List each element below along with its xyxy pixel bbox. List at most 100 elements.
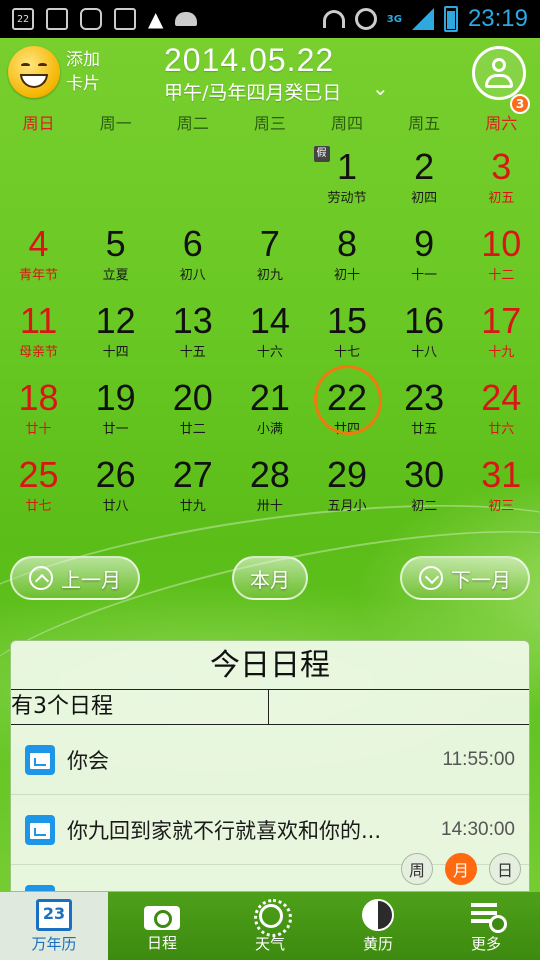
day-number: 26: [95, 454, 136, 495]
calendar-day[interactable]: 2 初四: [386, 140, 463, 217]
calendar-day[interactable]: 8 初十: [309, 217, 386, 294]
day-number: 28: [249, 454, 290, 495]
month-view-button[interactable]: 月: [445, 853, 477, 885]
day-number: 8: [337, 223, 358, 264]
day-number: 12: [95, 300, 136, 341]
calendar-day[interactable]: 16 十八: [386, 294, 463, 371]
previous-month-button[interactable]: 上一月: [10, 556, 140, 600]
calendar-day[interactable]: 25 廿七: [0, 448, 77, 525]
calendar-day[interactable]: 5 立夏: [77, 217, 154, 294]
calendar-day[interactable]: 21 小满: [231, 371, 308, 448]
weekday-label: 周六: [485, 114, 518, 133]
calendar-day[interactable]: 19 廿一: [77, 371, 154, 448]
day-lunar: 初四: [411, 191, 438, 206]
schedule-item-title: 你九回到家就不行就喜欢和你的...: [67, 818, 382, 843]
calendar-grid: 假 1 劳动节 2 初四 3 初五 4 青年节 5 立夏 6 初八 7 初九 8 初十 9…: [0, 140, 540, 525]
schedule-item-title: 你会: [67, 748, 109, 773]
day-number: 16: [404, 300, 445, 341]
calendar-day[interactable]: 18 廿十: [0, 371, 77, 448]
calendar-check-icon: [25, 885, 55, 891]
tab-almanac[interactable]: 黄历: [324, 892, 432, 960]
calendar-day[interactable]: 20 廿二: [154, 371, 231, 448]
calendar-day[interactable]: 4 青年节: [0, 217, 77, 294]
smiley-mouth: [20, 74, 48, 88]
calendar-day[interactable]: 17 十九: [463, 294, 540, 371]
day-lunar: 十八: [411, 345, 438, 360]
calendar-week: 11 母亲节 12 十四 13 十五 14 十六 15 十七 16 十八 17 十九: [0, 294, 540, 371]
day-lunar: 廿九: [179, 499, 206, 514]
calendar-day[interactable]: 26 廿八: [77, 448, 154, 525]
day-lunar: 十七: [334, 345, 361, 360]
bottom-tab-bar: 23 万年历 日程 天气 黄历 更多: [0, 892, 540, 960]
day-number: 29: [327, 454, 368, 495]
calendar-check-icon: [25, 744, 55, 775]
day-view-button[interactable]: 日: [489, 853, 521, 885]
tab-calendar[interactable]: 23 万年历: [0, 892, 108, 960]
day-number: 3: [491, 146, 512, 187]
calendar-day[interactable]: 29 五月小: [309, 448, 386, 525]
day-lunar: 初十: [334, 268, 361, 283]
calendar-day[interactable]: 28 卅十: [231, 448, 308, 525]
day-number: 15: [327, 300, 368, 341]
lunar-date[interactable]: 甲午/马年四月癸巳日: [164, 78, 341, 105]
calendar-day[interactable]: 14 十六: [231, 294, 308, 371]
calendar-day[interactable]: 23 廿五: [386, 371, 463, 448]
tab-schedule[interactable]: 日程: [108, 892, 216, 960]
tab-label: 黄历: [362, 934, 393, 953]
day-lunar: 十四: [102, 345, 129, 360]
calendar-day[interactable]: 6 初八: [154, 217, 231, 294]
add-card-button[interactable]: 添加 卡片: [66, 48, 100, 96]
battery-icon: [443, 6, 458, 32]
holiday-tag: 假: [313, 146, 330, 162]
signal-icon: [411, 8, 434, 30]
tab-weather[interactable]: 天气: [216, 892, 324, 960]
next-month-label: 下一月: [451, 567, 511, 592]
calendar-day[interactable]: 7 初九: [231, 217, 308, 294]
calendar-day[interactable]: 10 十二: [463, 217, 540, 294]
profile-button[interactable]: [472, 46, 526, 100]
yinyang-icon: [362, 898, 394, 931]
calendar-day-today[interactable]: 22 廿四: [304, 356, 391, 448]
status-bar: 22 ▲ 3G 23:19: [0, 0, 540, 38]
more-icon: [469, 899, 507, 933]
sync-icon: [80, 8, 102, 30]
current-date[interactable]: 2014.05.22: [164, 42, 334, 79]
calendar-day[interactable]: 9 十一: [386, 217, 463, 294]
user-icon: [492, 58, 506, 72]
calendar-day[interactable]: 30 初二: [386, 448, 463, 525]
calendar-day[interactable]: 24 廿六: [463, 371, 540, 448]
day-number: 24: [481, 377, 522, 418]
weekday-label: 周一: [99, 114, 132, 133]
android-icon: [175, 12, 198, 26]
clock: 23:19: [467, 5, 528, 32]
week-view-button[interactable]: 周: [401, 853, 433, 885]
weekday-label: 周三: [253, 114, 286, 133]
next-month-button[interactable]: 下一月: [400, 556, 530, 600]
calendar-day[interactable]: 13 十五: [154, 294, 231, 371]
current-month-label: 本月: [250, 567, 290, 592]
schedule-item[interactable]: 你会 11:55:00: [11, 725, 529, 795]
view-mode-toggle: 周 月 日: [401, 853, 521, 885]
today-schedule-panel: 今日日程 有3个日程 你会 11:55:00 你九回到家就不行就喜欢和你的...…: [10, 640, 530, 892]
tab-more[interactable]: 更多: [432, 892, 540, 960]
calendar-day[interactable]: 11 母亲节: [0, 294, 77, 371]
day-number: 30: [404, 454, 445, 495]
calendar-day[interactable]: 3 初五: [463, 140, 540, 217]
day-lunar: 五月小: [327, 499, 367, 514]
smiley-face-icon[interactable]: [8, 46, 60, 98]
calendar-day[interactable]: 假 1 劳动节: [309, 140, 386, 217]
day-lunar: 母亲节: [19, 345, 59, 360]
day-lunar: 初九: [256, 268, 283, 283]
chevron-up-circle-icon: [29, 566, 53, 590]
calendar-day[interactable]: 15 十七: [309, 294, 386, 371]
chevron-down-icon[interactable]: ⌄: [372, 76, 389, 100]
day-number: 5: [105, 223, 126, 264]
day-number: 6: [182, 223, 203, 264]
calendar-day[interactable]: 27 廿九: [154, 448, 231, 525]
current-month-button[interactable]: 本月: [232, 556, 308, 600]
weekday-label: 周四: [331, 114, 364, 133]
tab-label: 万年历: [31, 934, 77, 953]
calendar-day[interactable]: 31 初三: [463, 448, 540, 525]
day-lunar: 廿六: [488, 422, 515, 437]
calendar-day[interactable]: 12 十四: [77, 294, 154, 371]
